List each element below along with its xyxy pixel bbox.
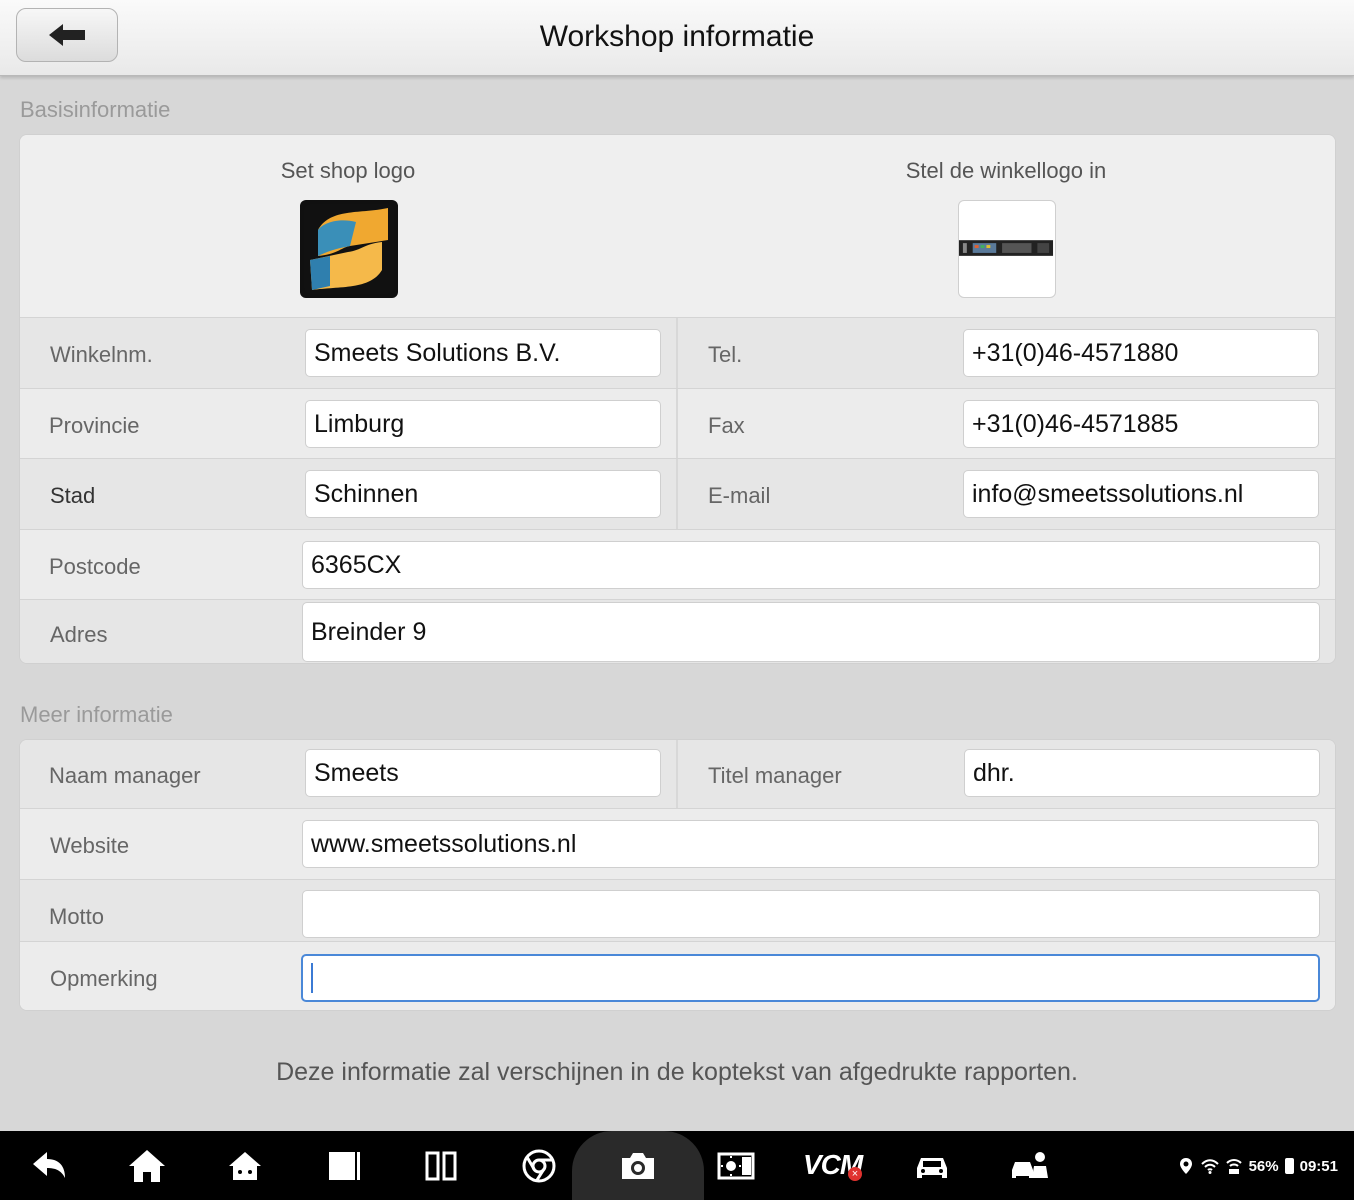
fax-input[interactable]: +31(0)46-4571885 (963, 400, 1319, 448)
column-divider (676, 318, 678, 388)
location-icon (1179, 1158, 1192, 1174)
car-service-icon[interactable] (1007, 1143, 1053, 1189)
footer-note: Deze informatie zal verschijnen in de ko… (276, 1058, 1078, 1086)
row-opmerking: Opmerking (20, 941, 1335, 1010)
status-bar: 56% 09:51 (1177, 1157, 1338, 1175)
column-divider (676, 389, 678, 458)
set-shop-logo-label: Set shop logo (280, 158, 416, 183)
system-nav-bar: VCM × 56% 09:51 (0, 1131, 1354, 1200)
winkel-logo-image[interactable] (958, 200, 1056, 298)
row-stad-email: Stad Schinnen E-mail info@smeetssolution… (20, 458, 1335, 529)
browser-icon[interactable] (516, 1143, 562, 1189)
row-website: Website www.smeetssolutions.nl (20, 808, 1335, 879)
shop-logo-image[interactable] (300, 200, 398, 298)
shop-logo-graphic (304, 204, 394, 294)
android-home-icon[interactable] (222, 1143, 268, 1189)
stad-input[interactable]: Schinnen (305, 470, 661, 518)
opmerking-label: Opmerking (50, 966, 158, 991)
row-postcode: Postcode 6365CX (20, 529, 1335, 599)
vci-wifi-icon (1225, 1159, 1242, 1174)
titel-manager-label: Titel manager (708, 763, 842, 788)
column-divider (676, 459, 678, 529)
column-divider (676, 740, 678, 808)
tel-label: Tel. (708, 342, 743, 367)
vcm-disconnected-icon: × (848, 1167, 862, 1181)
basis-info-card: Set shop logo Stel de winkellogo in Wink… (19, 134, 1336, 664)
set-winkel-logo-label: Stel de winkellogo in (905, 158, 1107, 183)
postcode-input[interactable]: 6365CX (302, 541, 1320, 589)
device-thumbnail-graphic (959, 240, 1054, 256)
motto-label: Motto (49, 904, 105, 929)
winkelnm-input[interactable]: Smeets Solutions B.V. (305, 329, 661, 377)
postcode-label: Postcode (49, 554, 141, 579)
text-cursor (311, 963, 313, 993)
website-label: Website (50, 833, 130, 858)
row-motto: Motto (20, 879, 1335, 941)
stad-label: Stad (50, 483, 96, 508)
titel-manager-input[interactable]: dhr. (964, 749, 1320, 797)
adres-label: Adres (50, 622, 108, 647)
brightness-icon[interactable] (713, 1143, 759, 1189)
split-screen-icon[interactable] (418, 1143, 464, 1189)
fax-label: Fax (708, 413, 745, 438)
recent-apps-icon[interactable] (320, 1143, 366, 1189)
home-icon[interactable] (124, 1143, 170, 1189)
section-title-meer: Meer informatie (20, 702, 173, 727)
naam-manager-label: Naam manager (49, 763, 201, 788)
logo-area: Set shop logo Stel de winkellogo in (20, 135, 1335, 317)
row-provincie-fax: Provincie Limburg Fax +31(0)46-4571885 (20, 388, 1335, 458)
tel-input[interactable]: +31(0)46-4571880 (963, 329, 1319, 377)
naam-manager-input[interactable]: Smeets (305, 749, 661, 797)
opmerking-input[interactable] (301, 954, 1320, 1002)
website-input[interactable]: www.smeetssolutions.nl (302, 820, 1319, 868)
section-title-basis: Basisinformatie (20, 97, 171, 122)
clock: 09:51 (1299, 1157, 1338, 1175)
back-nav-icon[interactable] (26, 1143, 72, 1189)
page-title: Workshop informatie (539, 20, 815, 53)
battery-percent: 56% (1248, 1157, 1279, 1175)
battery-icon (1284, 1158, 1294, 1174)
email-label: E-mail (708, 483, 771, 508)
email-input[interactable]: info@smeetssolutions.nl (963, 470, 1319, 518)
row-winkelnm-tel: Winkelnm. Smeets Solutions B.V. Tel. +31… (20, 317, 1335, 388)
wifi-icon (1200, 1159, 1219, 1174)
row-naam-titel: Naam manager Smeets Titel manager dhr. (20, 740, 1335, 808)
row-adres: Adres Breinder 9 (20, 599, 1335, 663)
car-icon[interactable] (909, 1143, 955, 1189)
motto-input[interactable] (302, 890, 1320, 938)
camera-icon[interactable] (615, 1143, 661, 1189)
provincie-label: Provincie (49, 413, 140, 438)
adres-input[interactable]: Breinder 9 (302, 602, 1320, 662)
meer-info-card: Naam manager Smeets Titel manager dhr. W… (19, 739, 1336, 1011)
title-bar: Workshop informatie (0, 0, 1354, 76)
provincie-input[interactable]: Limburg (305, 400, 661, 448)
winkelnm-label: Winkelnm. (50, 342, 153, 367)
